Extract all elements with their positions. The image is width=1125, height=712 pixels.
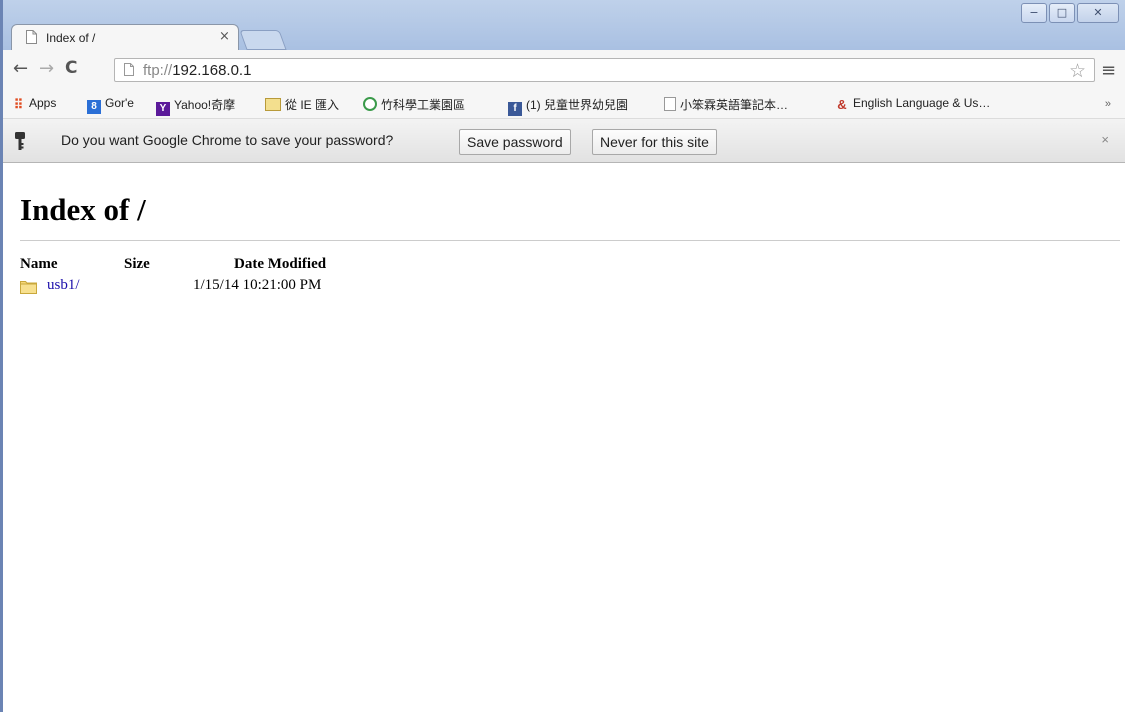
address-bar[interactable]: ftp://192.168.0.1 ☆ (114, 58, 1095, 82)
facebook-icon: f (508, 102, 522, 116)
close-infobar-icon[interactable]: × (1101, 132, 1109, 147)
bookmark-label: Apps (29, 96, 57, 110)
bookmark-science-park[interactable]: 竹科學工業園區 (363, 96, 465, 113)
key-icon (15, 132, 25, 150)
menu-icon[interactable]: ≡ (1101, 60, 1116, 81)
column-header-size[interactable]: Size (124, 256, 150, 273)
bookmark-english-language[interactable]: & English Language & Us… (835, 96, 990, 112)
window-controls: − □ ✕ (1021, 3, 1119, 23)
tab-title: Index of / (46, 31, 96, 45)
forward-icon[interactable]: → (39, 58, 54, 79)
tab-strip: Index of / × − □ ✕ (3, 0, 1125, 51)
bookmark-apps[interactable]: ⠿ Apps (11, 96, 57, 112)
bookmark-folder-ie[interactable]: 從 IE 匯入 (265, 96, 339, 113)
bookmark-yahoo[interactable]: Y Yahoo!奇摩 (156, 96, 235, 116)
url-host: 192.168.0.1 (172, 62, 252, 79)
url-scheme: ftp:// (143, 62, 173, 79)
save-password-infobar: Do you want Google Chrome to save your p… (3, 119, 1125, 163)
browser-window: Index of / × − □ ✕ ← → C ftp://192.168.0… (0, 0, 1125, 712)
minimize-button[interactable]: − (1021, 3, 1047, 23)
apps-grid-icon: ⠿ (13, 97, 24, 112)
bookmark-facebook[interactable]: f (1) 兒童世界幼兒園 (508, 96, 628, 116)
bookmark-star-icon[interactable]: ☆ (1069, 60, 1086, 82)
infobar-message: Do you want Google Chrome to save your p… (61, 132, 394, 148)
bookmark-google[interactable]: 8 Gor'e (87, 96, 134, 114)
save-password-button[interactable]: Save password (459, 129, 571, 155)
date-modified: 1/15/14 10:21:00 PM (193, 277, 322, 293)
never-for-this-site-button[interactable]: Never for this site (592, 129, 717, 155)
bookmark-label: 從 IE 匯入 (285, 98, 340, 112)
page-content: Index of / Name Size Date Modified usb1/… (3, 163, 1125, 712)
bookmark-label: 竹科學工業園區 (381, 98, 466, 112)
close-window-button[interactable]: ✕ (1077, 3, 1119, 23)
bookmark-label: Gor'e (105, 96, 134, 110)
maximize-button[interactable]: □ (1049, 3, 1075, 23)
tab-close-icon[interactable]: × (219, 29, 230, 44)
tab-index[interactable]: Index of / × (11, 24, 239, 51)
divider (20, 240, 1120, 241)
back-icon[interactable]: ← (13, 58, 28, 79)
yahoo-icon: Y (156, 102, 170, 116)
bookmark-label: Yahoo!奇摩 (174, 98, 236, 112)
bookmark-label: English Language & Us… (853, 96, 991, 110)
reload-icon[interactable]: C (65, 58, 77, 78)
toolbar: ← → C ftp://192.168.0.1 ☆ ≡ (3, 50, 1125, 90)
bookmark-label: 小笨霖英語筆記本… (680, 98, 789, 112)
stack-exchange-icon: & (837, 97, 847, 112)
sipa-icon (363, 97, 377, 111)
page-icon (26, 30, 37, 44)
bookmarks-bar: ⠿ Apps 8 Gor'e Y Yahoo!奇摩 從 IE 匯入 竹科學工業園區 f… (3, 90, 1125, 119)
folder-icon (20, 281, 37, 294)
page-icon (124, 63, 134, 76)
url-text: ftp://192.168.0.1 (143, 62, 251, 79)
new-tab-button[interactable] (239, 30, 287, 50)
bookmarks-overflow-icon[interactable]: » (1105, 98, 1111, 110)
folder-icon (265, 98, 281, 111)
column-header-name[interactable]: Name (20, 256, 58, 273)
folder-link-usb1[interactable]: usb1/ (47, 277, 80, 294)
page-title: Index of / (20, 192, 146, 227)
bookmark-english-notebook[interactable]: 小笨霖英語筆記本… (664, 96, 788, 113)
page-icon (664, 97, 676, 111)
column-header-date[interactable]: Date Modified (234, 256, 326, 273)
bookmark-label: (1) 兒童世界幼兒園 (526, 98, 629, 112)
google-icon: 8 (87, 100, 101, 114)
